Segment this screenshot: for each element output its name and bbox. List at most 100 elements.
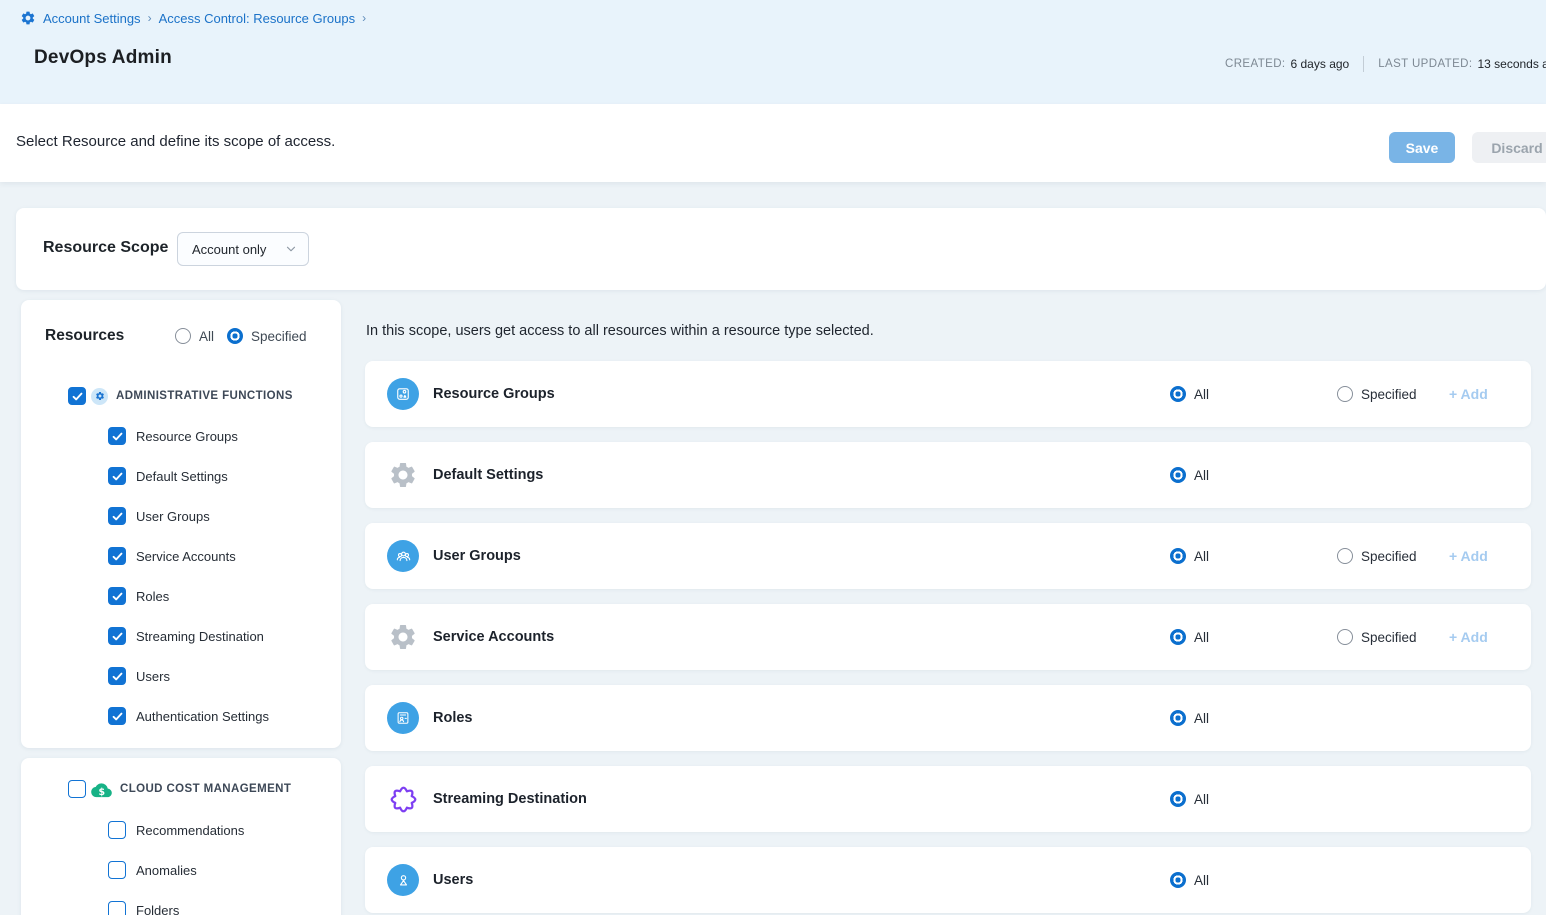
radio-all-label: All	[1194, 711, 1209, 726]
checkbox-icon[interactable]	[108, 547, 126, 565]
radio-specified-icon[interactable]	[1337, 629, 1353, 645]
checkbox-icon[interactable]	[108, 901, 126, 915]
checkbox-icon[interactable]	[108, 507, 126, 525]
sidebar-item-default-settings[interactable]: Default Settings	[21, 456, 341, 496]
sidebar-item-recommendations[interactable]: Recommendations	[21, 810, 341, 850]
header-band: Account Settings › Access Control: Resou…	[0, 0, 1546, 104]
cloud-dollar-icon: $	[91, 780, 112, 798]
meta-info: CREATED: 6 days ago LAST UPDATED: 13 sec…	[1225, 56, 1546, 72]
meta-divider	[1363, 56, 1364, 72]
radio-all-label: All	[199, 329, 214, 344]
radio-all-icon[interactable]	[1170, 386, 1186, 402]
radio-specified-icon[interactable]	[1337, 386, 1353, 402]
checkbox-icon[interactable]	[108, 627, 126, 645]
sidebar-item-users[interactable]: Users	[21, 656, 341, 696]
radio-all[interactable]: All	[1170, 710, 1209, 726]
radio-all[interactable]: All	[1170, 872, 1209, 888]
radio-specified-icon[interactable]	[227, 328, 243, 344]
created-label: CREATED:	[1225, 58, 1286, 70]
radio-specified[interactable]: Specified	[1337, 629, 1417, 645]
sidebar-group-label: CLOUD COST MANAGEMENT	[120, 783, 291, 795]
resource-row-label: User Groups	[433, 548, 521, 564]
radio-all-label: All	[1194, 873, 1209, 888]
admin-functions-gear-icon	[91, 388, 108, 405]
page-title: DevOps Admin	[34, 47, 172, 69]
sidebar-item-label: Roles	[136, 589, 169, 604]
resource-row-label: Default Settings	[433, 467, 543, 483]
users-icon	[386, 864, 420, 896]
sidebar-item-label: Resource Groups	[136, 429, 238, 444]
resource-row-roles: RolesAll	[365, 685, 1531, 751]
radio-all-icon[interactable]	[1170, 548, 1186, 564]
sidebar-item-roles[interactable]: Roles	[21, 576, 341, 616]
radio-specified[interactable]: Specified	[1337, 386, 1417, 402]
radio-all-label: All	[1194, 549, 1209, 564]
checkbox-icon[interactable]	[108, 707, 126, 725]
radio-all-label: All	[1194, 792, 1209, 807]
sidebar-item-label: Folders	[136, 903, 179, 915]
sidebar-item-user-groups[interactable]: User Groups	[21, 496, 341, 536]
resources-radio-all[interactable]: All	[175, 328, 214, 344]
svg-text:$: $	[98, 787, 105, 798]
radio-all[interactable]: All	[1170, 791, 1209, 807]
add-button[interactable]: + Add	[1449, 548, 1488, 564]
radio-specified-label: Specified	[1361, 549, 1417, 564]
radio-all-icon[interactable]	[175, 328, 191, 344]
radio-all-icon[interactable]	[1170, 872, 1186, 888]
checkbox-icon[interactable]	[108, 821, 126, 839]
sidebar-group-header[interactable]: ADMINISTRATIVE FUNCTIONS	[21, 387, 341, 405]
group-checkbox[interactable]	[68, 780, 86, 798]
resources-panel: Resources All Specified ADMINISTRATIVE F…	[21, 300, 341, 748]
sidebar-item-service-accounts[interactable]: Service Accounts	[21, 536, 341, 576]
checkbox-icon[interactable]	[108, 587, 126, 605]
sidebar-item-streaming-destination[interactable]: Streaming Destination	[21, 616, 341, 656]
breadcrumb-account-settings[interactable]: Account Settings	[43, 11, 141, 26]
checkbox-icon[interactable]	[108, 861, 126, 879]
cloud-cost-panel: $ CLOUD COST MANAGEMENT RecommendationsA…	[21, 758, 341, 915]
radio-all-icon[interactable]	[1170, 629, 1186, 645]
sidebar-group-header[interactable]: $ CLOUD COST MANAGEMENT	[21, 780, 341, 798]
resource-row-label: Service Accounts	[433, 629, 554, 645]
sidebar-item-label: Default Settings	[136, 469, 228, 484]
resource-row-label: Streaming Destination	[433, 791, 587, 807]
radio-specified-label: Specified	[1361, 630, 1417, 645]
radio-all-icon[interactable]	[1170, 710, 1186, 726]
resource-row-label: Users	[433, 872, 473, 888]
settings-gear-icon	[386, 622, 420, 652]
action-description: Select Resource and define its scope of …	[16, 133, 335, 150]
last-updated-value: 13 seconds ago	[1477, 57, 1546, 71]
checkbox-icon[interactable]	[108, 467, 126, 485]
sidebar-item-folders[interactable]: Folders	[21, 890, 341, 915]
radio-all[interactable]: All	[1170, 548, 1209, 564]
sidebar-item-resource-groups[interactable]: Resource Groups	[21, 416, 341, 456]
resource-scope-label: Resource Scope	[43, 239, 168, 257]
radio-all-icon[interactable]	[1170, 791, 1186, 807]
radio-all-label: All	[1194, 468, 1209, 483]
resource-row-user-groups: User Groups All Specified + Add	[365, 523, 1531, 589]
radio-all-icon[interactable]	[1170, 467, 1186, 483]
radio-specified-icon[interactable]	[1337, 548, 1353, 564]
radio-all-label: All	[1194, 630, 1209, 645]
sidebar-item-anomalies[interactable]: Anomalies	[21, 850, 341, 890]
resource-scope-dropdown[interactable]: Account only	[177, 232, 309, 266]
breadcrumb-access-control[interactable]: Access Control: Resource Groups	[159, 11, 356, 26]
add-button[interactable]: + Add	[1449, 629, 1488, 645]
radio-specified[interactable]: Specified	[1337, 548, 1417, 564]
sidebar-item-label: Service Accounts	[136, 549, 236, 564]
radio-all[interactable]: All	[1170, 386, 1209, 402]
settings-gear-icon	[386, 460, 420, 490]
resources-radio-specified[interactable]: Specified	[227, 328, 307, 344]
chevron-down-icon	[284, 242, 298, 256]
resource-scope-value: Account only	[192, 242, 266, 257]
radio-all[interactable]: All	[1170, 629, 1209, 645]
sidebar-item-authentication-settings[interactable]: Authentication Settings	[21, 696, 341, 736]
save-button[interactable]: Save	[1389, 132, 1455, 163]
resources-title: Resources	[45, 327, 124, 345]
group-checkbox[interactable]	[68, 387, 86, 405]
add-button[interactable]: + Add	[1449, 386, 1488, 402]
checkbox-icon[interactable]	[108, 427, 126, 445]
radio-specified-label: Specified	[1361, 387, 1417, 402]
discard-button[interactable]: Discard	[1472, 132, 1546, 163]
radio-all[interactable]: All	[1170, 467, 1209, 483]
checkbox-icon[interactable]	[108, 667, 126, 685]
